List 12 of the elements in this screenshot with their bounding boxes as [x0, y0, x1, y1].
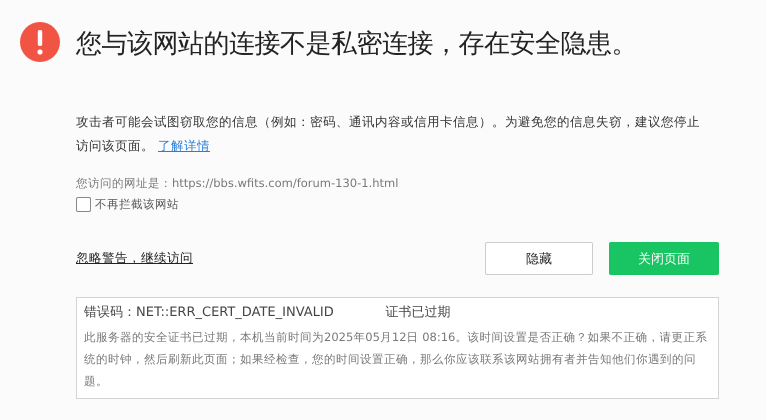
checkbox-label: 不再拦截该网站	[95, 197, 179, 212]
checkbox[interactable]	[76, 197, 91, 212]
warning-icon	[20, 22, 60, 62]
proceed-link[interactable]: 忽略警告，继续访问	[76, 250, 469, 267]
error-detail: 此服务器的安全证书已过期，本机当前时间为2025年05月12日 08:16。该时间设置是否正确？如果不正确，请更正系统的时钟，然后刷新此页面；如果经检查，您的时间设置正确，那么你应该联系该网站拥有者并告知他们你遇到的问题。	[84, 329, 708, 390]
description-text: 攻击者可能会试图窃取您的信息（例如：密码、通讯内容或信用卡信息）。为避免您的信息失窃，建议您停止访问该页面。 了解详情	[76, 113, 701, 155]
page-title: 您与该网站的连接不是私密连接，存在安全隐患。	[76, 28, 638, 61]
hide-button[interactable]: 隐藏	[485, 242, 593, 275]
learn-more-link[interactable]: 了解详情	[158, 138, 210, 153]
error-code: 错误码：NET::ERR_CERT_DATE_INVALID	[84, 304, 334, 322]
url-text: 您访问的网址是：https://bbs.wfits.com/forum-130-1.html	[76, 176, 400, 191]
error-reason: 证书已过期	[386, 304, 451, 322]
